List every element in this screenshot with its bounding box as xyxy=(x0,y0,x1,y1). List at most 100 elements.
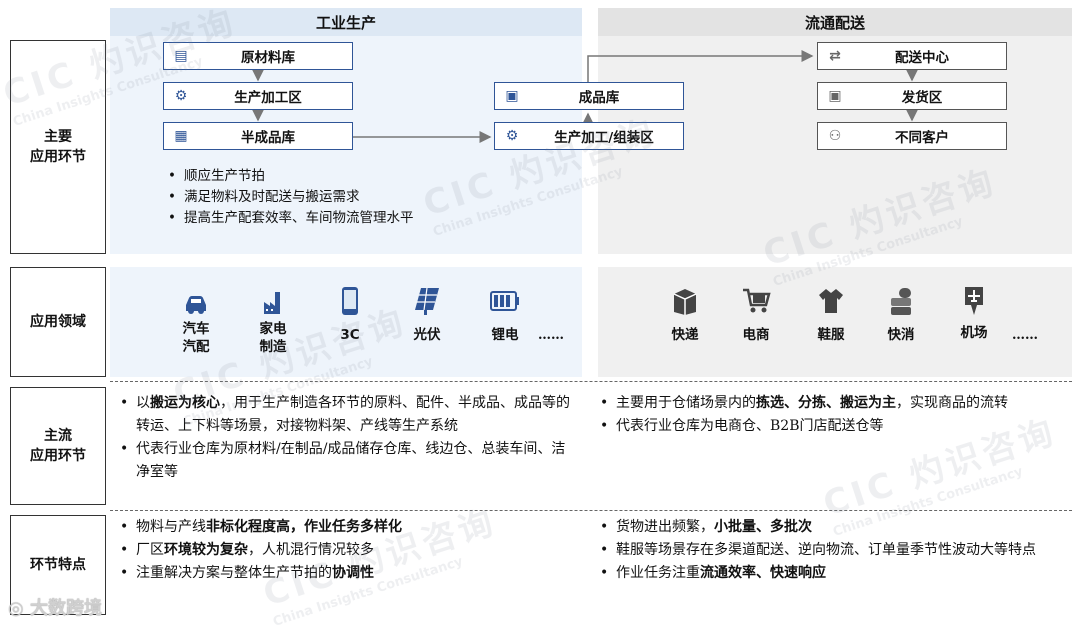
distribution-more-ellipsis: …… xyxy=(1012,328,1038,343)
weibo-icon: ◎ xyxy=(8,598,30,619)
distribution-center-box: ⇄ 配送中心 xyxy=(817,42,1007,70)
phone-icon xyxy=(328,284,372,318)
text-bold: 协调性 xyxy=(332,565,374,581)
clothes-icon xyxy=(808,284,854,318)
airport-icon xyxy=(951,284,997,318)
features-distribution-list: 货物进出频繁，小批量、多批次 鞋服等场景存在多渠道配送、逆向物流、订单量季节性波… xyxy=(600,516,1062,585)
robot-arm-icon: ⚙ xyxy=(505,128,519,144)
text-bold: 小批量、多批次 xyxy=(714,519,812,535)
warehouse-icon: ▣ xyxy=(828,88,842,104)
box-label: 不同客户 xyxy=(895,130,949,146)
text-part: 代表行业仓库为电商仓、B2B门店配送仓等 xyxy=(616,418,884,434)
industrial-more-ellipsis: …… xyxy=(538,328,564,343)
industrial-benefits-list: 顺应生产节拍 满足物料及时配送与搬运需求 提高生产配套效率、车间物流管理水平 xyxy=(168,166,568,229)
text-part: ，实现商品的流转 xyxy=(896,395,1008,411)
list-item: 厂区环境较为复杂，人机混行情况较多 xyxy=(120,539,575,562)
domain-express: 快递 xyxy=(662,284,708,344)
footer-watermark-text: 大数跨境 xyxy=(29,598,102,619)
car-icon xyxy=(173,286,219,320)
customers-box: ⚇ 不同客户 xyxy=(817,122,1007,150)
text-bold: 流通效率、快速响应 xyxy=(700,565,826,581)
domain-label: 汽配 xyxy=(182,339,210,355)
list-item: 鞋服等场景存在多渠道配送、逆向物流、订单量季节性波动大等特点 xyxy=(600,539,1062,562)
domain-label: 鞋服 xyxy=(817,327,845,343)
footer-watermark: ◎ 大数跨境 xyxy=(8,594,102,620)
domain-apparel: 鞋服 xyxy=(808,284,854,344)
domain-label: 光伏 xyxy=(413,327,441,343)
text-bold: 搬运为核心 xyxy=(150,395,220,411)
domain-automotive: 汽车 汽配 xyxy=(173,286,219,356)
raw-material-warehouse-box: ▤ 原材料库 xyxy=(163,42,353,70)
warehouse-icon: ▣ xyxy=(505,88,519,104)
domain-fmcg: 快消 xyxy=(878,284,924,344)
boxes-icon: ▦ xyxy=(174,128,188,144)
list-item: 代表行业仓库为电商仓、B2B门店配送仓等 xyxy=(600,415,1062,438)
domain-label: 制造 xyxy=(259,339,287,355)
list-item: 注重解决方案与整体生产节拍的协调性 xyxy=(120,562,575,585)
box-label: 发货区 xyxy=(901,90,943,106)
consumer-goods-icon xyxy=(878,284,924,318)
text-bold: 非标化程度高，作业任务多样化 xyxy=(206,519,402,535)
text-part: 注重解决方案与整体生产节拍的 xyxy=(136,565,332,581)
list-item: 货物进出频繁，小批量、多批次 xyxy=(600,516,1062,539)
shipping-area-box: ▣ 发货区 xyxy=(817,82,1007,110)
box-label: 配送中心 xyxy=(895,50,949,66)
list-item: 提高生产配套效率、车间物流管理水平 xyxy=(168,208,568,229)
list-item: 作业任务注重流通效率、快速响应 xyxy=(600,562,1062,585)
semi-finished-warehouse-box: ▦ 半成品库 xyxy=(163,122,353,150)
list-item: 物料与产线非标化程度高，作业任务多样化 xyxy=(120,516,575,539)
text-part: 货物进出频繁， xyxy=(616,519,714,535)
cart-icon xyxy=(733,284,779,318)
domain-airport: 机场 xyxy=(951,284,997,342)
domain-lithium: 锂电 xyxy=(482,284,528,344)
battery-icon xyxy=(482,284,528,318)
text-bold: 拣选、分拣、搬运为主 xyxy=(756,395,896,411)
text-part: 主要用于仓储场景内的 xyxy=(616,395,756,411)
text-part: 代表行业仓库为原材料/在制品/成品储存仓库、线边仓、总装车间、洁净室等 xyxy=(136,441,566,480)
list-item: 满足物料及时配送与搬运需求 xyxy=(168,187,568,208)
list-item: 顺应生产节拍 xyxy=(168,166,568,187)
list-item: 代表行业仓库为原材料/在制品/成品储存仓库、线边仓、总装车间、洁净室等 xyxy=(120,438,575,484)
box-label: 成品库 xyxy=(578,90,620,106)
solar-panel-icon xyxy=(404,284,450,318)
domain-photovoltaic: 光伏 xyxy=(404,284,450,344)
box-label: 生产加工区 xyxy=(234,90,302,106)
domain-appliance: 家电 制造 xyxy=(250,286,296,356)
list-item: 主要用于仓储场景内的拣选、分拣、搬运为主，实现商品的流转 xyxy=(600,392,1062,415)
domain-label: 汽车 xyxy=(182,321,210,337)
domain-3c: 3C xyxy=(328,284,372,344)
text-bold: 环境较为复杂 xyxy=(164,542,248,558)
domain-label: 3C xyxy=(340,327,360,343)
shelf-icon: ▤ xyxy=(174,48,188,64)
mainstream-industrial-list: 以搬运为核心，用于生产制造各环节的原料、配件、半成品、成品等的转运、上下料等场景… xyxy=(120,392,575,484)
robot-arm-icon: ⚙ xyxy=(174,88,188,104)
separator-line xyxy=(110,381,1072,382)
domain-label: 快消 xyxy=(887,327,915,343)
box-label: 原材料库 xyxy=(241,50,295,66)
exchange-arrows-icon: ⇄ xyxy=(829,48,841,64)
text-part: 作业任务注重 xyxy=(616,565,700,581)
domain-label: 家电 xyxy=(259,321,287,337)
assembly-area-box: ⚙ 生产加工/组装区 xyxy=(494,122,684,150)
production-area-box: ⚙ 生产加工区 xyxy=(163,82,353,110)
people-icon: ⚇ xyxy=(828,128,842,144)
separator-line xyxy=(110,510,1072,511)
domain-label: 机场 xyxy=(960,325,988,341)
domain-label: 快递 xyxy=(671,327,699,343)
domain-label: 锂电 xyxy=(491,327,519,343)
domain-ecommerce: 电商 xyxy=(733,284,779,344)
box-label: 半成品库 xyxy=(241,130,295,146)
text-part: 厂区 xyxy=(136,542,164,558)
text-part: ，人机混行情况较多 xyxy=(248,542,374,558)
list-item: 以搬运为核心，用于生产制造各环节的原料、配件、半成品、成品等的转运、上下料等场景… xyxy=(120,392,575,438)
mainstream-distribution-list: 主要用于仓储场景内的拣选、分拣、搬运为主，实现商品的流转 代表行业仓库为电商仓、… xyxy=(600,392,1062,438)
factory-icon xyxy=(250,286,296,320)
text-part: 以 xyxy=(136,395,150,411)
text-part: 鞋服等场景存在多渠道配送、逆向物流、订单量季节性波动大等特点 xyxy=(616,542,1036,558)
text-part: 物料与产线 xyxy=(136,519,206,535)
domain-label: 电商 xyxy=(742,327,770,343)
parcel-icon xyxy=(662,284,708,318)
box-label: 生产加工/组装区 xyxy=(554,130,654,146)
finished-goods-warehouse-box: ▣ 成品库 xyxy=(494,82,684,110)
features-industrial-list: 物料与产线非标化程度高，作业任务多样化 厂区环境较为复杂，人机混行情况较多 注重… xyxy=(120,516,575,585)
